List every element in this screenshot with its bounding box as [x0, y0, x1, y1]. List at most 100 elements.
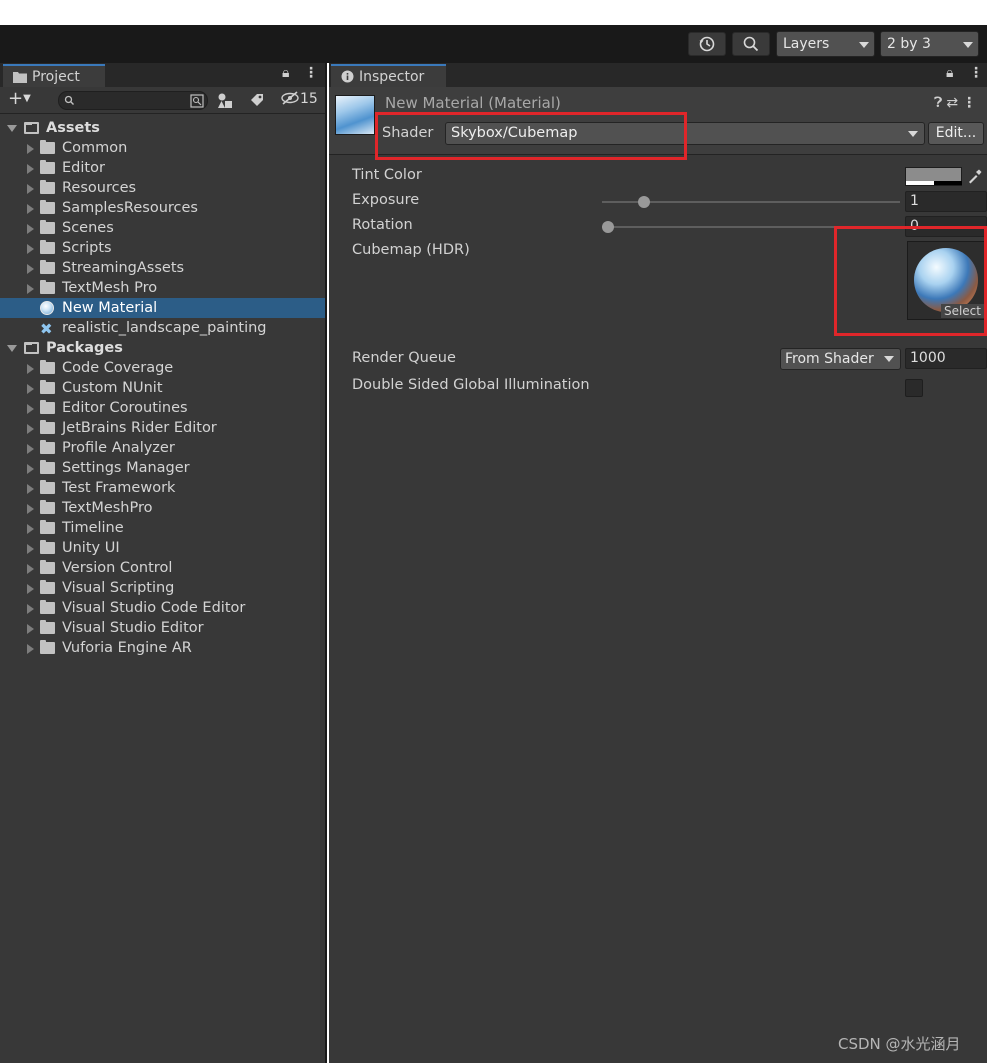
expand-arrow-closed-icon[interactable] — [27, 364, 34, 374]
expand-arrow-closed-icon[interactable] — [27, 444, 34, 454]
tree-item[interactable]: ✖ realistic_landscape_painting — [0, 318, 325, 338]
tree-item[interactable]: Code Coverage — [0, 358, 325, 378]
help-icon[interactable]: ❓︎ — [934, 95, 946, 111]
tree-item[interactable]: Visual Studio Code Editor — [0, 598, 325, 618]
expand-arrow-open-icon[interactable] — [7, 345, 17, 352]
tree-item[interactable]: Resources — [0, 178, 325, 198]
tree-item-label: Scenes — [62, 220, 114, 236]
tree-item[interactable]: Settings Manager — [0, 458, 325, 478]
expand-arrow-closed-icon[interactable] — [27, 404, 34, 414]
tree-item[interactable]: Visual Scripting — [0, 578, 325, 598]
expand-arrow-open-icon[interactable] — [7, 125, 17, 132]
expand-arrow-closed-icon[interactable] — [27, 604, 34, 614]
more-menu-icon[interactable]: ⋮ — [304, 65, 318, 81]
expand-arrow-closed-icon[interactable] — [27, 564, 34, 574]
exposure-slider-handle[interactable] — [637, 196, 650, 208]
tree-root[interactable]: Assets — [0, 118, 325, 138]
tree-item[interactable]: Scripts — [0, 238, 325, 258]
annotation-box-shader — [375, 112, 687, 160]
expand-arrow-closed-icon[interactable] — [27, 484, 34, 494]
render-queue-dropdown[interactable]: From Shader — [780, 348, 901, 370]
exposure-field[interactable]: 1 — [905, 191, 987, 212]
presets-icon[interactable]: ⇄ — [946, 95, 962, 111]
render-queue-label: Render Queue — [352, 350, 456, 366]
lock-icon[interactable]: 🔒︎ — [282, 65, 289, 81]
tree-item-label: Custom NUnit — [62, 380, 163, 396]
history-button[interactable] — [688, 32, 726, 56]
tree-item[interactable]: Unity UI — [0, 538, 325, 558]
tree-item[interactable]: Timeline — [0, 518, 325, 538]
tree-item[interactable]: SamplesResources — [0, 198, 325, 218]
eyedropper-icon[interactable] — [967, 169, 982, 184]
double-sided-gi-label: Double Sided Global Illumination — [352, 377, 590, 393]
double-sided-gi-checkbox[interactable] — [905, 379, 923, 397]
tree-item[interactable]: Profile Analyzer — [0, 438, 325, 458]
tree-item-label: TextMesh Pro — [62, 280, 158, 296]
more-menu-icon[interactable]: ⋮ — [969, 65, 983, 81]
expand-arrow-closed-icon[interactable] — [27, 624, 34, 634]
lock-icon[interactable]: 🔒︎ — [946, 65, 953, 81]
tree-item-label: Profile Analyzer — [62, 440, 175, 456]
tree-item[interactable]: Common — [0, 138, 325, 158]
tab-project[interactable]: Project — [3, 64, 105, 87]
tree-item-label: Editor — [62, 160, 105, 176]
material-icon — [40, 301, 54, 315]
expand-arrow-closed-icon[interactable] — [27, 224, 34, 234]
eye-hidden-icon — [281, 91, 299, 105]
tree-item-label: Vuforia Engine AR — [62, 640, 192, 656]
layout-dropdown[interactable]: 2 by 3 — [880, 31, 979, 57]
tree-item[interactable]: Vuforia Engine AR — [0, 638, 325, 658]
more-menu-icon[interactable]: ⋮ — [962, 95, 980, 111]
tree-item[interactable]: Version Control — [0, 558, 325, 578]
render-queue-field[interactable]: 1000 — [905, 348, 987, 369]
tint-color-field[interactable] — [905, 167, 962, 186]
render-queue-mode: From Shader — [785, 351, 874, 367]
edit-shader-button[interactable]: Edit... — [928, 122, 984, 145]
expand-arrow-closed-icon[interactable] — [27, 504, 34, 514]
tree-item[interactable]: Custom NUnit — [0, 378, 325, 398]
create-button[interactable]: +▼ — [8, 90, 31, 108]
chevron-down-icon — [884, 356, 894, 362]
filter-by-type-icon[interactable] — [217, 92, 234, 109]
tree-item[interactable]: New Material — [0, 298, 325, 318]
expand-arrow-closed-icon[interactable] — [27, 424, 34, 434]
search-input[interactable] — [58, 91, 208, 110]
layout-label: 2 by 3 — [887, 36, 931, 52]
expand-arrow-closed-icon[interactable] — [27, 164, 34, 174]
tree-item[interactable]: Editor Coroutines — [0, 398, 325, 418]
rotation-label: Rotation — [352, 217, 413, 233]
hidden-packages-toggle[interactable]: 15 — [280, 91, 318, 107]
tree-item[interactable]: TextMeshPro — [0, 498, 325, 518]
tree-item[interactable]: Scenes — [0, 218, 325, 238]
expand-arrow-closed-icon[interactable] — [27, 264, 34, 274]
layers-dropdown[interactable]: Layers — [776, 31, 875, 57]
tree-root[interactable]: Packages — [0, 338, 325, 358]
tree-item[interactable]: Visual Studio Editor — [0, 618, 325, 638]
expand-arrow-closed-icon[interactable] — [27, 544, 34, 554]
search-button[interactable] — [732, 32, 770, 56]
tab-inspector[interactable]: Inspector — [331, 64, 446, 87]
tree-item[interactable]: StreamingAssets — [0, 258, 325, 278]
chevron-down-icon: ▼ — [23, 93, 31, 104]
tree-item[interactable]: Test Framework — [0, 478, 325, 498]
chevron-down-icon — [859, 42, 869, 48]
expand-arrow-closed-icon[interactable] — [27, 144, 34, 154]
expand-arrow-closed-icon[interactable] — [27, 584, 34, 594]
expand-arrow-closed-icon[interactable] — [27, 464, 34, 474]
tree-item[interactable]: Editor — [0, 158, 325, 178]
folder-icon — [40, 600, 55, 614]
tree-item[interactable]: TextMesh Pro — [0, 278, 325, 298]
expand-arrow-closed-icon[interactable] — [27, 644, 34, 654]
expand-arrow-closed-icon[interactable] — [27, 244, 34, 254]
expand-arrow-closed-icon[interactable] — [27, 204, 34, 214]
search-mode-icon[interactable] — [190, 94, 204, 108]
folder-icon — [40, 520, 55, 534]
tree-item-label: Unity UI — [62, 540, 120, 556]
expand-arrow-closed-icon[interactable] — [27, 284, 34, 294]
rotation-slider-handle[interactable] — [602, 221, 614, 233]
expand-arrow-closed-icon[interactable] — [27, 184, 34, 194]
expand-arrow-closed-icon[interactable] — [27, 524, 34, 534]
expand-arrow-closed-icon[interactable] — [27, 384, 34, 394]
filter-by-label-icon[interactable] — [249, 92, 265, 108]
tree-item[interactable]: JetBrains Rider Editor — [0, 418, 325, 438]
